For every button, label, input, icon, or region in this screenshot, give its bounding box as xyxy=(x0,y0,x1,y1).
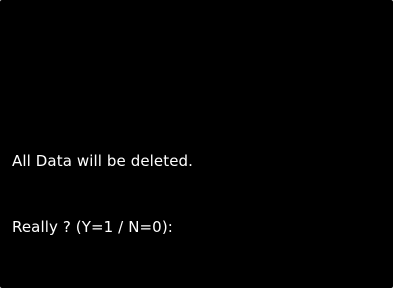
terminal-screen: All Data will be deleted. Really ? (Y=1 … xyxy=(0,0,393,288)
delete-warning-line: All Data will be deleted. xyxy=(12,152,194,170)
console-output: All Data will be deleted. Really ? (Y=1 … xyxy=(12,106,385,282)
confirm-prompt-line[interactable]: Really ? (Y=1 / N=0): xyxy=(12,216,385,238)
